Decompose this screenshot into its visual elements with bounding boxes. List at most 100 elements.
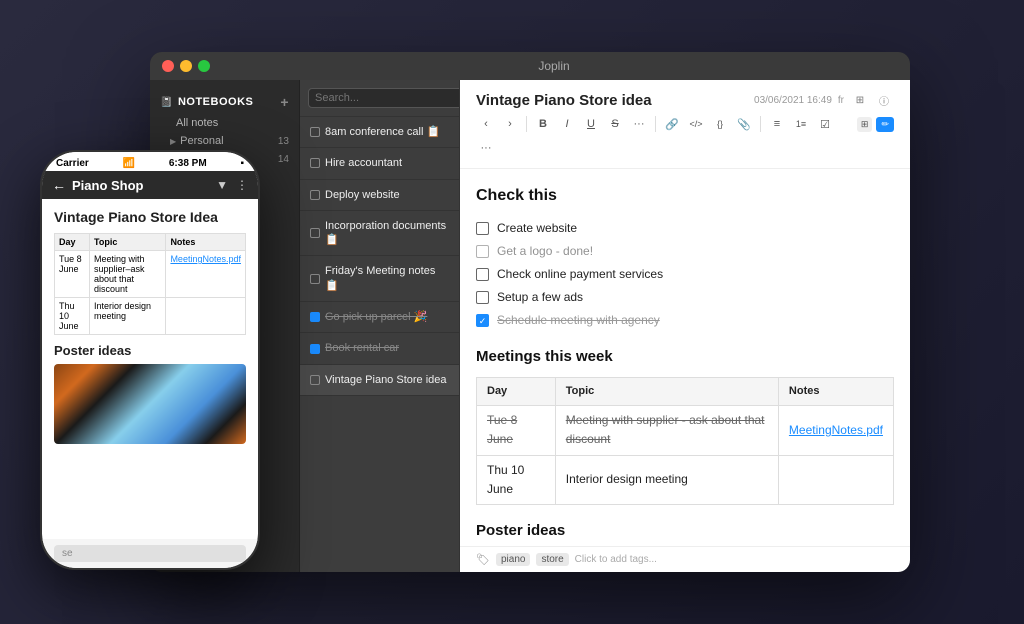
note-content: Check this Create websiteGet a logo - do… <box>460 169 910 546</box>
search-input[interactable] <box>308 88 460 108</box>
tag-piano[interactable]: piano <box>496 553 530 566</box>
phone-table-cell-notes <box>166 298 246 335</box>
attach-btn[interactable]: 📎 <box>734 114 754 134</box>
note-item-title: Go pick up parcel 🎉 <box>325 310 427 324</box>
wifi-icon: 📶 <box>123 158 135 169</box>
note-item-vintage-piano[interactable]: Vintage Piano Store idea <box>300 365 459 396</box>
note-title: Vintage Piano Store idea <box>476 92 652 109</box>
notes-items-list: 8am conference call 📋 Hire accountant Depl… <box>300 117 459 396</box>
checklist-checkbox[interactable] <box>476 222 489 235</box>
phone-table-row: Thu 10 JuneInterior design meeting <box>55 298 246 335</box>
toolbar-sep-2 <box>655 116 656 132</box>
phone-table-cell-day: Thu 10 June <box>55 298 90 335</box>
checklist-text: Schedule meeting with agency <box>497 311 660 330</box>
phone-notes-link[interactable]: MeetingNotes.pdf <box>170 254 241 264</box>
table-cell-notes[interactable]: MeetingNotes.pdf <box>778 406 893 455</box>
checklist-checkbox[interactable] <box>476 291 489 304</box>
table-cell-day: Tue 8 June <box>477 406 556 455</box>
note-item-parcel[interactable]: Go pick up parcel 🎉 <box>300 302 459 333</box>
nav-fwd-btn[interactable]: › <box>500 114 520 134</box>
note-item-inc-docs[interactable]: Incorporation documents 📋 <box>300 211 459 257</box>
note-item-title: Hire accountant <box>325 156 402 170</box>
table-cell-topic: Interior design meeting <box>555 455 778 504</box>
phone-table-cell-notes[interactable]: MeetingNotes.pdf <box>166 251 246 298</box>
checklist-text: Get a logo - done! <box>497 242 593 261</box>
note-item-conf-call[interactable]: 8am conference call 📋 <box>300 117 459 148</box>
nav-back-btn[interactable]: ‹ <box>476 114 496 134</box>
titlebar: Joplin <box>150 52 910 80</box>
phone-poster-title: Poster ideas <box>54 343 246 358</box>
tag-label-icon: 🏷 <box>476 553 490 566</box>
info-icon[interactable]: ⓘ <box>874 90 894 110</box>
checklist-item: Setup a few ads <box>476 288 894 307</box>
phone-search-bar[interactable]: se <box>54 545 246 562</box>
sidebar-item-all-notes[interactable]: All notes <box>150 114 299 132</box>
section-check-this: Check this <box>476 183 894 209</box>
note-item-title: Incorporation documents 📋 <box>325 219 449 248</box>
phone-nav-title: Piano Shop <box>72 178 210 193</box>
meetings-table: DayTopicNotes Tue 8 JuneMeeting with sup… <box>476 377 894 505</box>
edit-mode-btn[interactable]: ✏ <box>876 117 894 132</box>
italic-btn[interactable]: I <box>557 114 577 134</box>
phone-dropdown-icon[interactable]: ▼ <box>216 178 228 192</box>
sync-icon[interactable]: ⊞ <box>850 90 870 110</box>
code-block-btn[interactable]: {} <box>710 114 730 134</box>
note-item-hire-acct[interactable]: Hire accountant <box>300 148 459 179</box>
note-item-fri-meeting[interactable]: Friday's Meeting notes 📋 <box>300 256 459 302</box>
section-poster-ideas: Poster ideas <box>476 519 894 543</box>
note-checkbox[interactable] <box>310 274 320 284</box>
note-item-rental[interactable]: Book rental car <box>300 333 459 364</box>
note-checkbox[interactable] <box>310 127 320 137</box>
side-by-side-btn[interactable]: ⊞ <box>857 117 873 132</box>
editor-toolbar: ‹ › B I U S ··· 🔗 </> {} 📎 ≡ 1≡ ☑ <box>476 110 894 162</box>
editor-right-icons: ⊞ ⓘ <box>850 90 894 110</box>
close-button[interactable] <box>162 60 174 72</box>
checklist-checkbox[interactable] <box>476 245 489 258</box>
editor-checklist: Create websiteGet a logo - done!Check on… <box>476 219 894 331</box>
maximize-button[interactable] <box>198 60 210 72</box>
add-tag-hint[interactable]: Click to add tags... <box>575 554 657 565</box>
underline-btn[interactable]: U <box>581 114 601 134</box>
note-checkbox[interactable] <box>310 190 320 200</box>
phone-table-cell-topic: Interior design meeting <box>90 298 166 335</box>
toolbar-sep-3 <box>760 116 761 132</box>
phone-nav-icons: ▼ ⋮ <box>216 178 248 192</box>
phone-more-icon[interactable]: ⋮ <box>236 178 248 192</box>
checklist-btn[interactable]: ☑ <box>815 114 835 134</box>
meeting-notes-link[interactable]: MeetingNotes.pdf <box>789 423 883 437</box>
note-item-title: 8am conference call 📋 <box>325 125 440 139</box>
note-item-deploy[interactable]: Deploy website <box>300 180 459 211</box>
strikethrough-btn[interactable]: S <box>605 114 625 134</box>
phone-nav: ← Piano Shop ▼ ⋮ <box>42 171 258 199</box>
sidebar-item-personal[interactable]: ▶ Personal 13 <box>150 132 299 150</box>
note-checkbox[interactable] <box>310 312 320 322</box>
carrier-label: Carrier <box>56 158 89 169</box>
code-inline-btn[interactable]: </> <box>686 114 706 134</box>
tag-store[interactable]: store <box>536 553 568 566</box>
link-btn[interactable]: 🔗 <box>662 114 682 134</box>
meetings-table-header: DayTopicNotes <box>477 377 894 406</box>
checklist-checkbox[interactable] <box>476 314 489 327</box>
bold-btn[interactable]: B <box>533 114 553 134</box>
editor-title-row: Vintage Piano Store idea 03/06/2021 16:4… <box>476 90 894 110</box>
titlebar-title: Joplin <box>210 59 898 73</box>
add-notebook-button[interactable]: + <box>280 94 289 110</box>
note-checkbox[interactable] <box>310 228 320 238</box>
minimize-button[interactable] <box>180 60 192 72</box>
notes-list: 🔍 ☑ ≡ 8am conference call 📋Hire accounta… <box>300 80 460 572</box>
ol-btn[interactable]: 1≡ <box>791 114 811 134</box>
note-checkbox[interactable] <box>310 344 320 354</box>
meetings-table-body: Tue 8 JuneMeeting with supplier - ask ab… <box>477 406 894 505</box>
more-format-btn[interactable]: ··· <box>629 114 649 134</box>
more-options-btn[interactable]: ··· <box>476 138 496 158</box>
mobile-phone: Carrier 📶 6:38 PM ▪ ← Piano Shop ▼ ⋮ Vin… <box>40 150 260 570</box>
phone-back-button[interactable]: ← <box>52 177 66 193</box>
note-checkbox[interactable] <box>310 375 320 385</box>
phone-meetings-table: DayTopicNotes Tue 8 JuneMeeting with sup… <box>54 233 246 335</box>
traffic-lights <box>162 60 210 72</box>
checklist-checkbox[interactable] <box>476 268 489 281</box>
ul-btn[interactable]: ≡ <box>767 114 787 134</box>
editor-header: Vintage Piano Store idea 03/06/2021 16:4… <box>460 80 910 169</box>
checklist-item: Check online payment services <box>476 265 894 284</box>
note-checkbox[interactable] <box>310 158 320 168</box>
